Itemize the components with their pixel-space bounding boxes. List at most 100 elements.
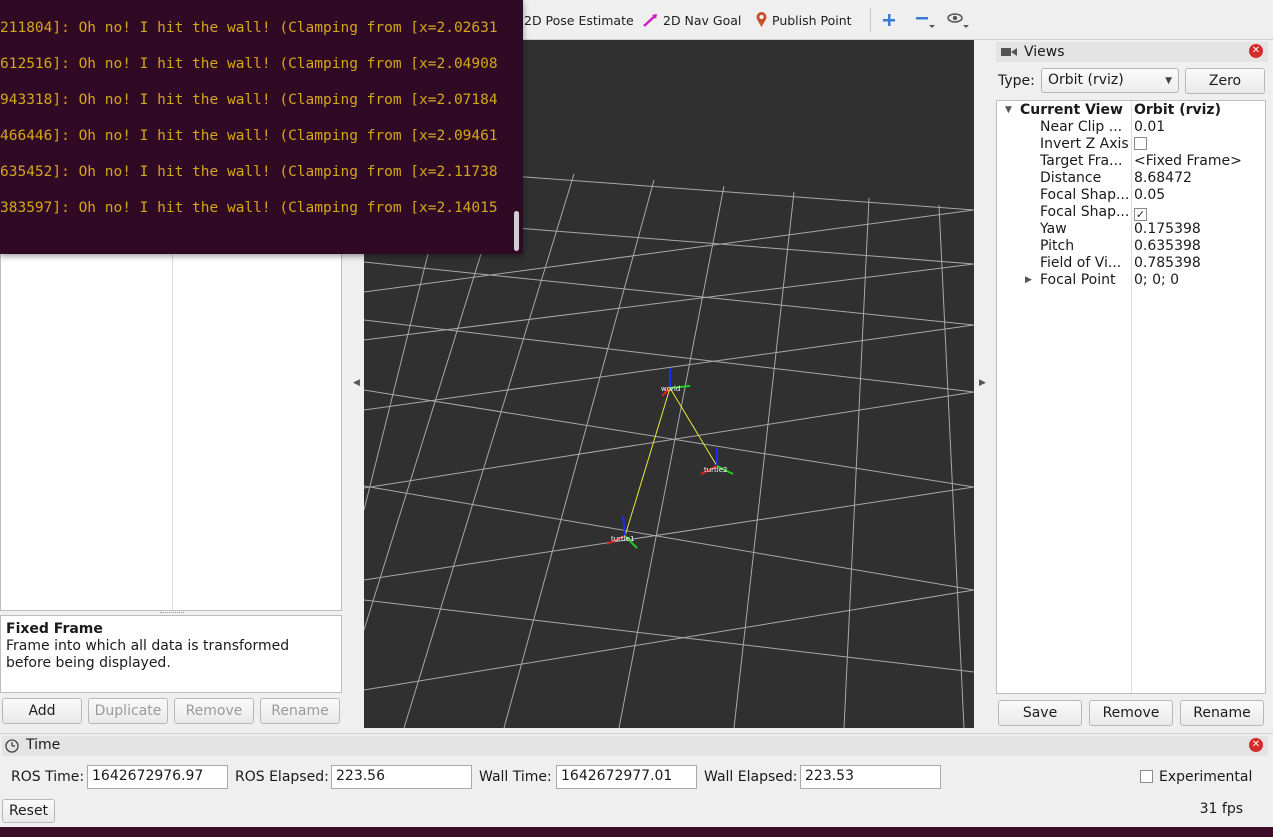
invert-z-checkbox[interactable] bbox=[1134, 137, 1147, 150]
expand-triangle-icon[interactable]: ▼ bbox=[1005, 102, 1012, 119]
current-view-key: Current View bbox=[1020, 102, 1123, 118]
prop-key: Distance bbox=[1040, 170, 1102, 186]
add-display-button[interactable]: Add bbox=[2, 698, 82, 724]
prop-key: Target Fra... bbox=[1040, 153, 1123, 169]
prop-row-field-of-view[interactable]: Field of Vi... 0.785398 bbox=[997, 255, 1265, 272]
nav-goal-label: 2D Nav Goal bbox=[663, 12, 742, 28]
prop-key: Invert Z Axis bbox=[1040, 136, 1128, 152]
current-view-value: Orbit (rviz) bbox=[1134, 102, 1221, 118]
plus-icon bbox=[883, 14, 895, 26]
publish-point-tool[interactable]: Publish Point bbox=[756, 10, 852, 30]
add-tool-button[interactable] bbox=[882, 10, 901, 30]
prop-value: 0.05 bbox=[1134, 187, 1166, 203]
eye-icon bbox=[947, 13, 969, 28]
toolbar-separator bbox=[870, 8, 871, 32]
prop-value: 0.635398 bbox=[1134, 238, 1201, 254]
views-panel: Views ✕ Type: Orbit (rviz) ▼ Zero ▼ Curr… bbox=[994, 40, 1273, 732]
wall-elapsed-field[interactable]: 223.53 bbox=[800, 765, 941, 789]
expand-triangle-icon[interactable]: ▶ bbox=[1025, 272, 1032, 289]
remove-tool-button[interactable] bbox=[915, 10, 940, 30]
ros-elapsed-field[interactable]: 223.56 bbox=[331, 765, 472, 789]
close-views-panel-icon[interactable]: ✕ bbox=[1249, 44, 1263, 58]
nav-goal-arrow-icon bbox=[643, 14, 657, 27]
time-panel-header: Time bbox=[2, 736, 1268, 756]
prop-value: <Fixed Frame> bbox=[1134, 153, 1242, 169]
experimental-label: Experimental bbox=[1159, 769, 1253, 785]
prop-row-focal-shape-fixed[interactable]: Focal Shap... ✓ bbox=[997, 204, 1265, 221]
prop-value: ✓ bbox=[1134, 204, 1147, 221]
prop-key: Focal Shap... bbox=[1040, 204, 1128, 220]
save-view-button[interactable]: Save bbox=[998, 700, 1082, 726]
terminal-line: 211804]: Oh no! I hit the wall! (Clampin… bbox=[0, 20, 498, 36]
prop-row-focal-point[interactable]: ▶ Focal Point 0; 0; 0 bbox=[997, 272, 1265, 289]
terminal-window[interactable]: 211804]: Oh no! I hit the wall! (Clampin… bbox=[0, 0, 523, 254]
property-description-box: Fixed Frame Frame into which all data is… bbox=[0, 615, 342, 693]
close-time-panel-icon[interactable]: ✕ bbox=[1249, 738, 1263, 752]
map-pin-icon bbox=[756, 12, 767, 27]
prop-row-invert-z[interactable]: Invert Z Axis bbox=[997, 136, 1265, 153]
collapse-left-panel-icon[interactable]: ◀ bbox=[353, 378, 360, 388]
remove-display-button[interactable]: Remove bbox=[174, 698, 254, 724]
rename-display-button[interactable]: Rename bbox=[260, 698, 340, 724]
prop-row-yaw[interactable]: Yaw 0.175398 bbox=[997, 221, 1265, 238]
wall-elapsed-label: Wall Elapsed: bbox=[704, 769, 798, 785]
ros-elapsed-label: ROS Elapsed: bbox=[235, 769, 329, 785]
prop-row-pitch[interactable]: Pitch 0.635398 bbox=[997, 238, 1265, 255]
experimental-checkbox[interactable] bbox=[1140, 770, 1153, 783]
description-title: Fixed Frame bbox=[6, 621, 103, 637]
prop-key: Focal Shap... bbox=[1040, 187, 1128, 203]
prop-key: Near Clip ... bbox=[1040, 119, 1123, 135]
views-panel-title: Views bbox=[1024, 44, 1065, 60]
panel-visibility-button[interactable] bbox=[947, 10, 976, 30]
prop-key: Yaw bbox=[1040, 221, 1067, 237]
time-panel-title: Time bbox=[26, 737, 61, 753]
description-text: Frame into which all data is transformed… bbox=[6, 638, 290, 671]
prop-key: Field of Vi... bbox=[1040, 255, 1122, 271]
remove-view-button[interactable]: Remove bbox=[1089, 700, 1173, 726]
ros-time-field[interactable]: 1642672976.97 bbox=[87, 765, 228, 789]
terminal-line: 383597]: Oh no! I hit the wall! (Clampin… bbox=[0, 200, 498, 216]
minus-icon bbox=[916, 17, 935, 28]
fps-readout: 31 fps bbox=[1199, 801, 1243, 817]
view-properties-tree[interactable]: ▼ Current View Orbit (rviz) Near Clip ..… bbox=[996, 100, 1266, 694]
terminal-line: 635452]: Oh no! I hit the wall! (Clampin… bbox=[0, 164, 498, 180]
terminal-line: 943318]: Oh no! I hit the wall! (Clampin… bbox=[0, 92, 498, 108]
prop-key: Pitch bbox=[1040, 238, 1075, 254]
chevron-down-icon: ▼ bbox=[1165, 76, 1172, 86]
prop-value: 0.01 bbox=[1134, 119, 1166, 135]
prop-key: Focal Point bbox=[1040, 272, 1116, 288]
clock-icon bbox=[5, 739, 19, 753]
current-view-row[interactable]: ▼ Current View Orbit (rviz) bbox=[997, 102, 1265, 119]
reset-button[interactable]: Reset bbox=[2, 799, 55, 823]
prop-value: 0.175398 bbox=[1134, 221, 1201, 237]
duplicate-display-button[interactable]: Duplicate bbox=[88, 698, 168, 724]
prop-value: 8.68472 bbox=[1134, 170, 1192, 186]
rename-view-button[interactable]: Rename bbox=[1180, 700, 1264, 726]
collapse-right-panel-icon[interactable]: ▶ bbox=[979, 378, 986, 388]
desktop-background-strip bbox=[0, 827, 1273, 837]
focal-shape-checkbox[interactable]: ✓ bbox=[1134, 208, 1147, 221]
camera-icon bbox=[1001, 48, 1017, 56]
view-type-select[interactable]: Orbit (rviz) ▼ bbox=[1041, 68, 1179, 93]
nav-goal-tool[interactable]: 2D Nav Goal bbox=[643, 10, 741, 30]
prop-row-focal-shape-size[interactable]: Focal Shap... 0.05 bbox=[997, 187, 1265, 204]
wall-time-field[interactable]: 1642672977.01 bbox=[556, 765, 697, 789]
terminal-scrollbar[interactable] bbox=[514, 211, 519, 251]
ground-grid bbox=[364, 173, 974, 728]
prop-row-target-frame[interactable]: Target Fra... <Fixed Frame> bbox=[997, 153, 1265, 170]
prop-row-distance[interactable]: Distance 8.68472 bbox=[997, 170, 1265, 187]
view-type-value: Orbit (rviz) bbox=[1048, 72, 1124, 88]
zero-view-button[interactable]: Zero bbox=[1185, 68, 1265, 94]
pose-estimate-tool[interactable]: 2D Pose Estimate bbox=[524, 10, 634, 30]
tf-frame-turtle2: turtle2 bbox=[700, 448, 734, 475]
prop-value bbox=[1134, 136, 1147, 153]
frame-label-world: world bbox=[661, 385, 680, 393]
frame-label-turtle2: turtle2 bbox=[704, 466, 728, 474]
view-type-label: Type: bbox=[998, 73, 1035, 89]
wall-time-label: Wall Time: bbox=[479, 769, 552, 785]
prop-row-near-clip[interactable]: Near Clip ... 0.01 bbox=[997, 119, 1265, 136]
pose-estimate-label: 2D Pose Estimate bbox=[524, 12, 634, 28]
views-panel-header: Views bbox=[996, 42, 1268, 62]
ros-time-label: ROS Time: bbox=[11, 769, 85, 785]
time-panel: Time ✕ ROS Time: 1642672976.97 ROS Elaps… bbox=[0, 733, 1273, 827]
